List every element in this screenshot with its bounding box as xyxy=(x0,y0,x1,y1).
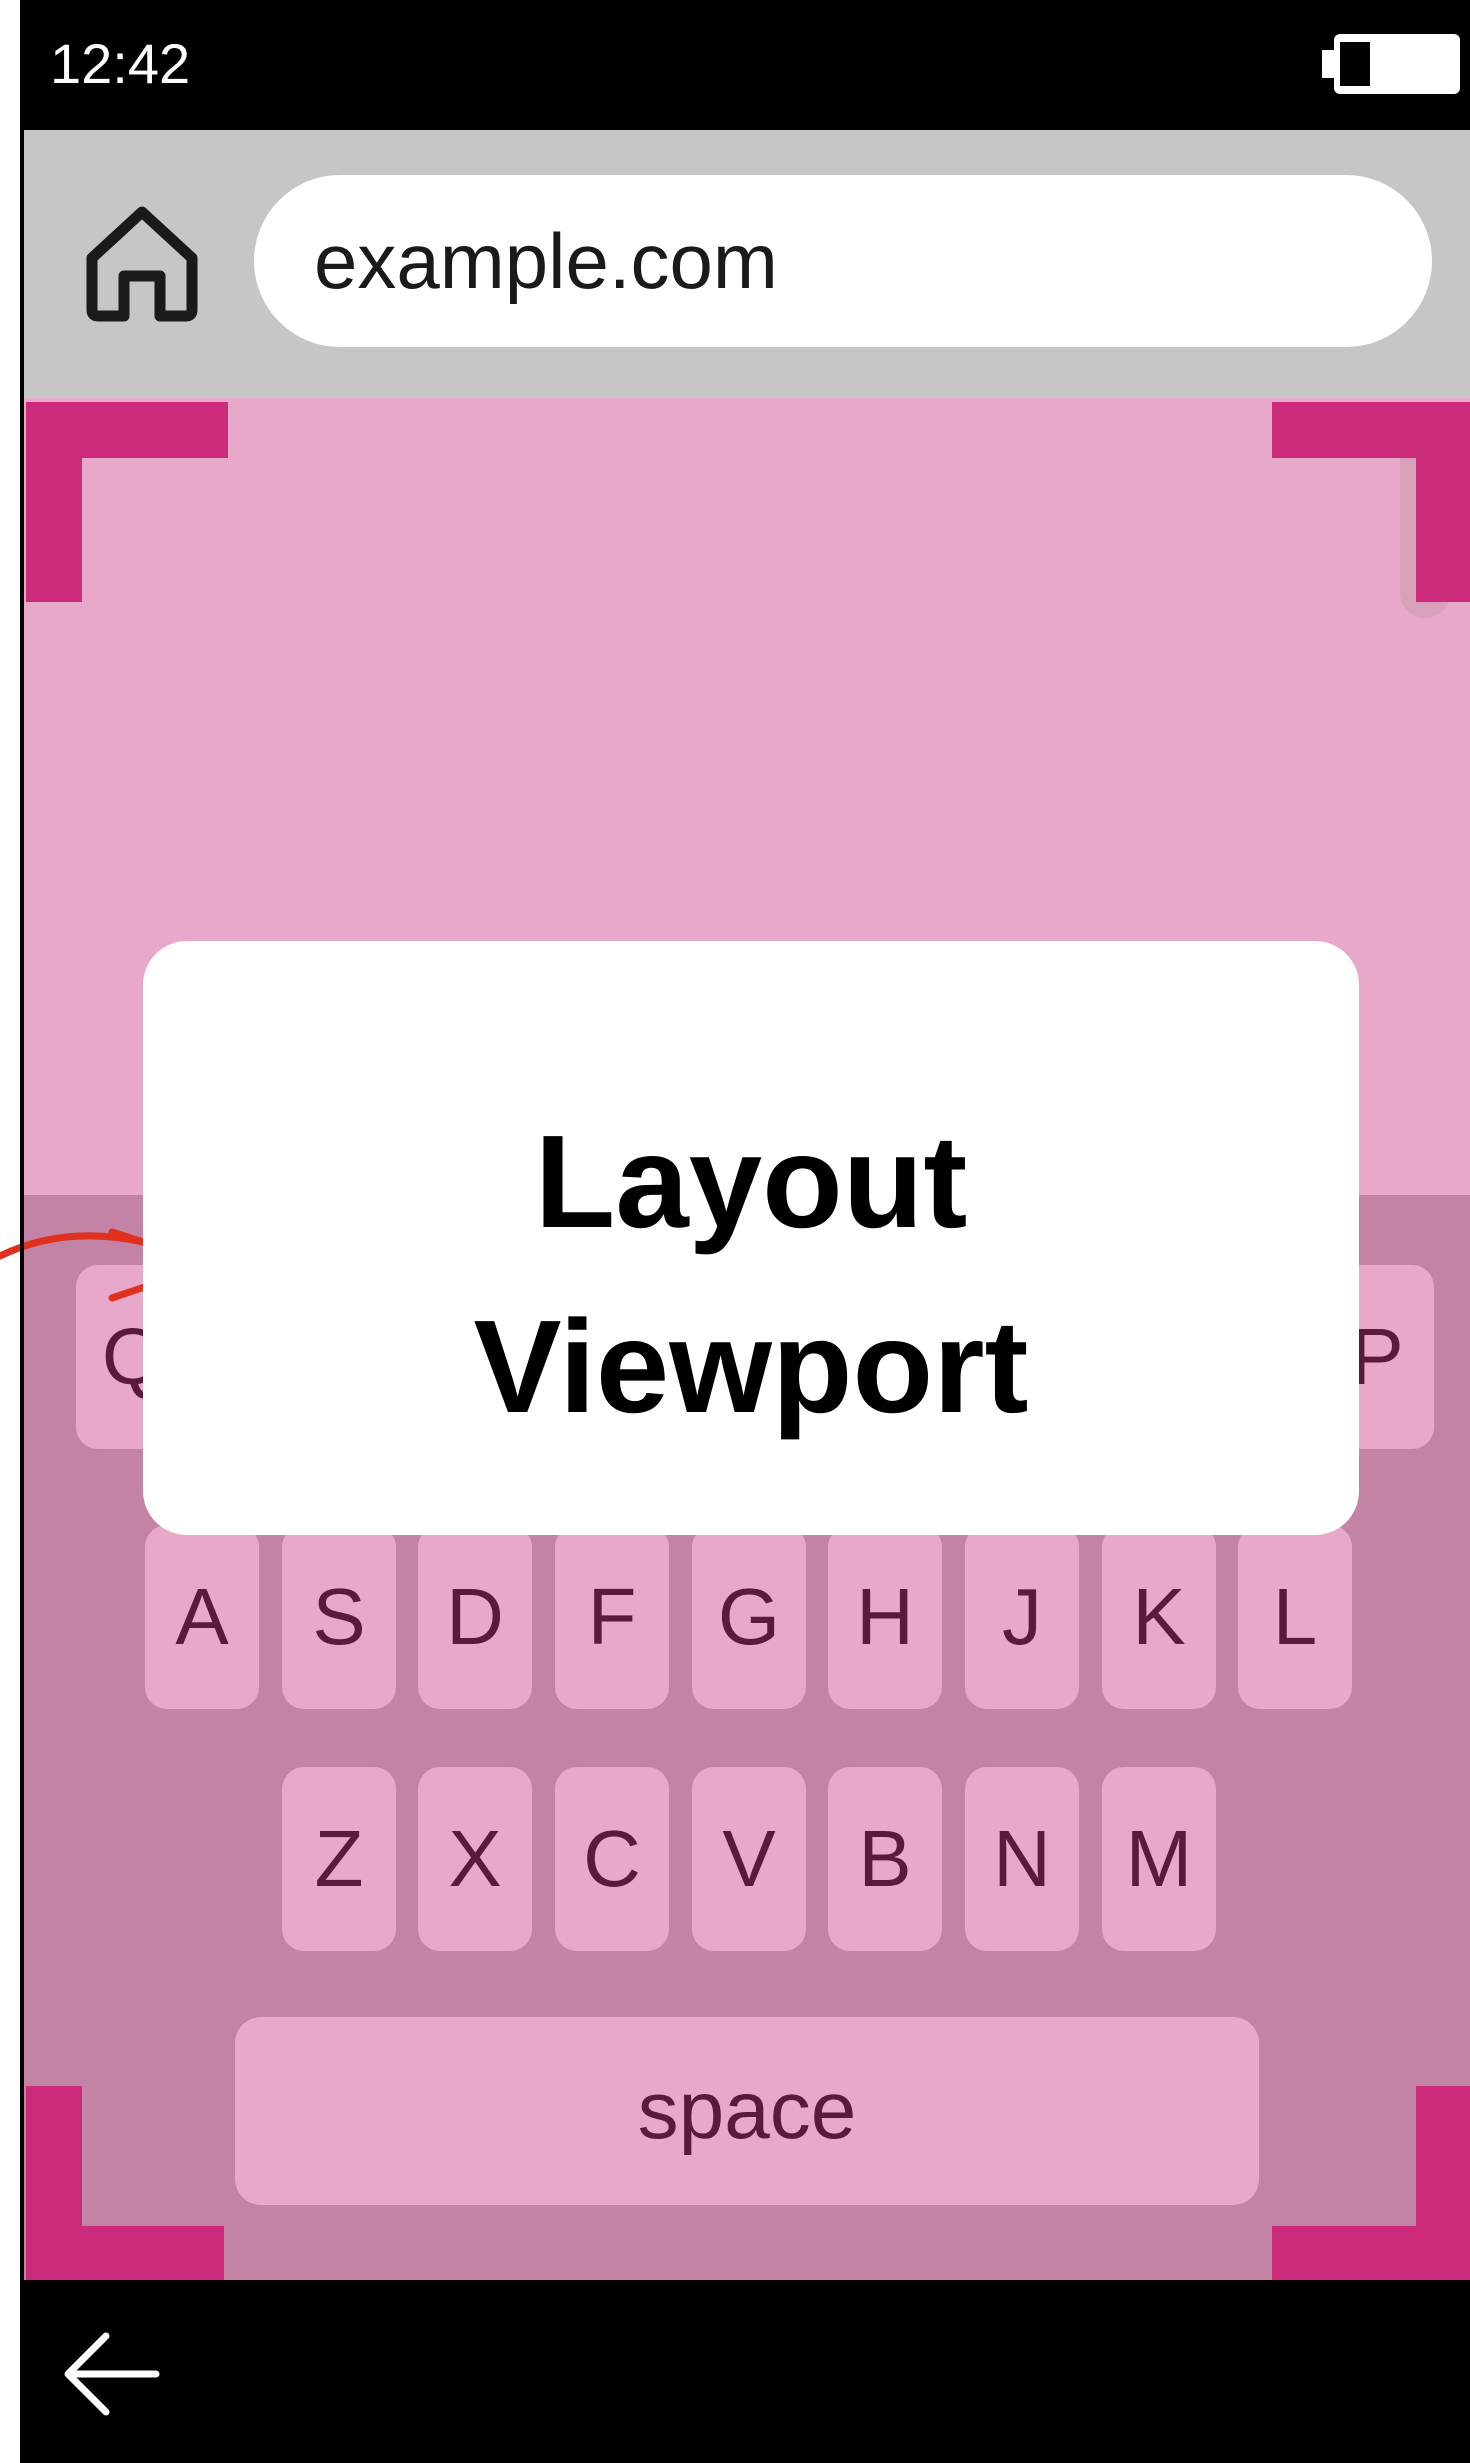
key-space[interactable]: space xyxy=(235,2017,1259,2205)
key-d[interactable]: D xyxy=(418,1525,532,1709)
key-h[interactable]: H xyxy=(828,1525,942,1709)
key-l[interactable]: L xyxy=(1238,1525,1352,1709)
label-line-1: Layout xyxy=(534,1108,968,1255)
bracket-bottom-right-h xyxy=(1272,2226,1470,2280)
phone-screen: 12:42 example.com Q P A S D F G H J K L … xyxy=(0,0,1470,2463)
label-line-2: Viewport xyxy=(473,1293,1029,1440)
bracket-top-right-v xyxy=(1416,402,1470,602)
key-f[interactable]: F xyxy=(555,1525,669,1709)
key-m[interactable]: M xyxy=(1102,1767,1216,1951)
status-bar: 12:42 xyxy=(22,0,1470,130)
bracket-bottom-left-h xyxy=(26,2226,224,2280)
key-a[interactable]: A xyxy=(145,1525,259,1709)
key-k[interactable]: K xyxy=(1102,1525,1216,1709)
status-time: 12:42 xyxy=(50,32,191,95)
key-b[interactable]: B xyxy=(828,1767,942,1951)
key-z[interactable]: Z xyxy=(282,1767,396,1951)
battery-icon xyxy=(1322,34,1460,94)
browser-toolbar: example.com xyxy=(22,130,1470,398)
key-n[interactable]: N xyxy=(965,1767,1079,1951)
key-g[interactable]: G xyxy=(692,1525,806,1709)
layout-viewport-label: Layout Viewport xyxy=(143,1089,1359,1459)
phone-frame-edge xyxy=(20,0,24,2463)
address-bar[interactable]: example.com xyxy=(254,175,1432,347)
home-icon[interactable] xyxy=(82,200,202,324)
key-v[interactable]: V xyxy=(692,1767,806,1951)
key-j[interactable]: J xyxy=(965,1525,1079,1709)
key-x[interactable]: X xyxy=(418,1767,532,1951)
layout-viewport-label-card: Layout Viewport xyxy=(143,941,1359,1535)
key-c[interactable]: C xyxy=(555,1767,669,1951)
bracket-top-left-v xyxy=(26,402,82,602)
url-text: example.com xyxy=(314,217,778,305)
key-s[interactable]: S xyxy=(282,1525,396,1709)
navigation-bar xyxy=(22,2280,1470,2463)
back-arrow-icon[interactable] xyxy=(56,2324,166,2424)
